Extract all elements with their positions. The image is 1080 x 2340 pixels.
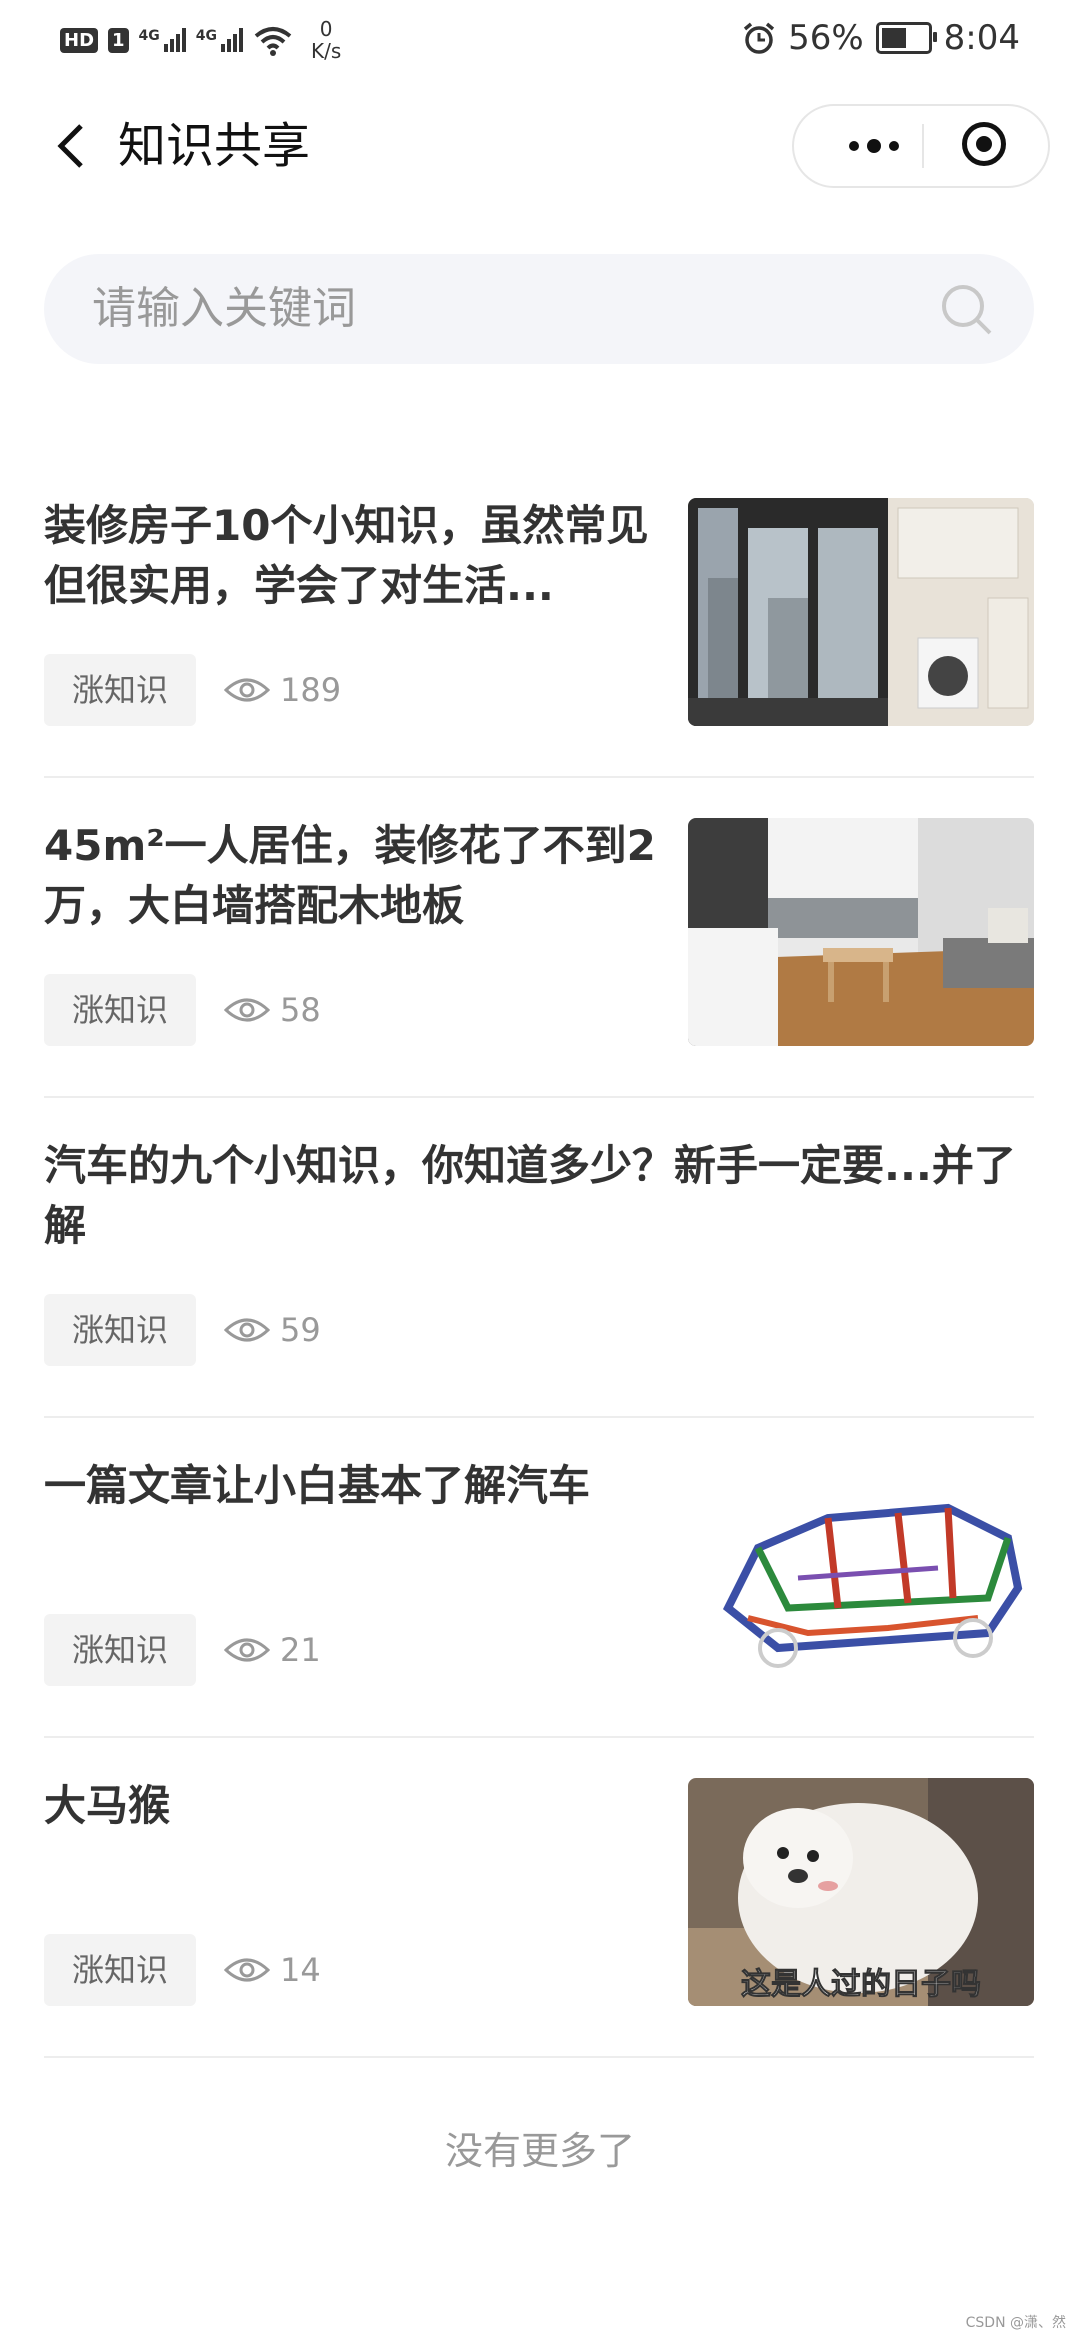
alarm-icon	[743, 22, 775, 54]
meme-caption: 这是人过的日子吗	[741, 1967, 981, 2002]
article-thumbnail[interactable]	[688, 1458, 1034, 1686]
article-tag: 涨知识	[44, 1934, 196, 2006]
article-title: 大马猴	[44, 1781, 171, 1830]
network-type-1: 4G	[138, 28, 160, 44]
signal-icon: 4G	[139, 28, 186, 52]
room-wood-floor-photo	[688, 818, 1034, 1046]
view-count-value: 14	[280, 1951, 321, 1989]
article-tag: 涨知识	[44, 974, 196, 1046]
watermark: CSDN @潇、然	[965, 2315, 1066, 2331]
article-thumbnail[interactable]: 这是人过的日子吗	[688, 1778, 1034, 2006]
eye-icon	[224, 1318, 270, 1342]
status-left: HD 1 4G 4G 0 K/s	[60, 18, 341, 62]
view-count: 189	[224, 654, 341, 726]
dog-meme-photo: 这是人过的日子吗	[688, 1778, 1034, 2006]
view-count-value: 59	[280, 1311, 321, 1349]
search-input[interactable]: 请输入关键词	[44, 254, 1034, 364]
sim-slot-badge: 1	[108, 27, 129, 53]
balcony-laundry-photo	[688, 498, 1034, 726]
chevron-left-icon	[57, 124, 83, 168]
article-tag: 涨知识	[44, 654, 196, 726]
eye-icon	[224, 678, 270, 702]
battery-icon	[875, 22, 937, 54]
view-count-value: 58	[280, 991, 321, 1029]
article-title: 一篇文章让小白基本了解汽车	[44, 1461, 591, 1510]
signal-icon: 4G	[195, 28, 244, 52]
view-count-value: 189	[280, 671, 342, 709]
no-more-text: 没有更多了	[444, 2129, 635, 2173]
hd-badge: HD	[60, 27, 99, 53]
network-type-2: 4G	[195, 28, 218, 44]
article-tag: 涨知识	[44, 1614, 196, 1686]
battery-percent: 56%	[788, 18, 864, 58]
nav-bar: 知识共享	[0, 96, 1080, 200]
network-speed: 0 K/s	[311, 18, 341, 62]
back-button[interactable]	[40, 116, 100, 176]
page-title: 知识共享	[118, 118, 311, 174]
article-item[interactable]: 装修房子10个小知识，虽然常见但很实用，学会了对生活... 涨知识 189	[44, 458, 1034, 778]
article-title: 45m²一人居住，装修花了不到2万，大白墙搭配木地板	[44, 821, 656, 930]
article-item[interactable]: 大马猴 涨知识 14 这是人过的日子吗	[44, 1738, 1034, 2058]
view-count: 14	[224, 1934, 321, 2006]
search-placeholder: 请输入关键词	[92, 283, 356, 334]
speed-value: 0	[319, 17, 333, 41]
eye-icon	[224, 998, 270, 1022]
article-thumbnail[interactable]	[688, 818, 1034, 1046]
view-count: 59	[224, 1294, 321, 1366]
wifi-icon	[254, 27, 292, 56]
status-bar: HD 1 4G 4G 0 K/s 56% 8:04	[0, 0, 1080, 80]
article-item[interactable]: 汽车的九个小知识，你知道多少？新手一定要...并了解 涨知识 59	[44, 1098, 1034, 1418]
close-mini-program-button[interactable]	[962, 122, 1006, 166]
eye-icon	[224, 1958, 270, 1982]
article-title: 装修房子10个小知识，虽然常见但很实用，学会了对生活...	[44, 501, 649, 610]
more-button[interactable]	[824, 106, 924, 186]
target-icon	[976, 136, 992, 152]
article-item[interactable]: 一篇文章让小白基本了解汽车 涨知识 21	[44, 1418, 1034, 1738]
article-list: 装修房子10个小知识，虽然常见但很实用，学会了对生活... 涨知识 189 45…	[44, 458, 1034, 2058]
article-title: 汽车的九个小知识，你知道多少？新手一定要...并了解	[44, 1141, 1016, 1250]
article-thumbnail[interactable]	[688, 498, 1034, 726]
article-tag: 涨知识	[44, 1294, 196, 1366]
battery-fill	[881, 28, 907, 48]
car-frame-illustration	[688, 1458, 1034, 1686]
article-item[interactable]: 45m²一人居住，装修花了不到2万，大白墙搭配木地板 涨知识 58	[44, 778, 1034, 1098]
eye-icon	[224, 1638, 270, 1662]
capsule-divider	[922, 124, 924, 168]
search-icon[interactable]	[938, 281, 994, 337]
clock: 8:04	[943, 18, 1020, 58]
view-count-value: 21	[280, 1631, 321, 1669]
view-count: 21	[224, 1614, 321, 1686]
mini-program-capsule	[792, 104, 1050, 188]
view-count: 58	[224, 974, 321, 1046]
speed-unit: K/s	[311, 39, 342, 63]
status-right: 56% 8:04	[742, 18, 1020, 58]
more-dots-icon	[849, 141, 859, 151]
